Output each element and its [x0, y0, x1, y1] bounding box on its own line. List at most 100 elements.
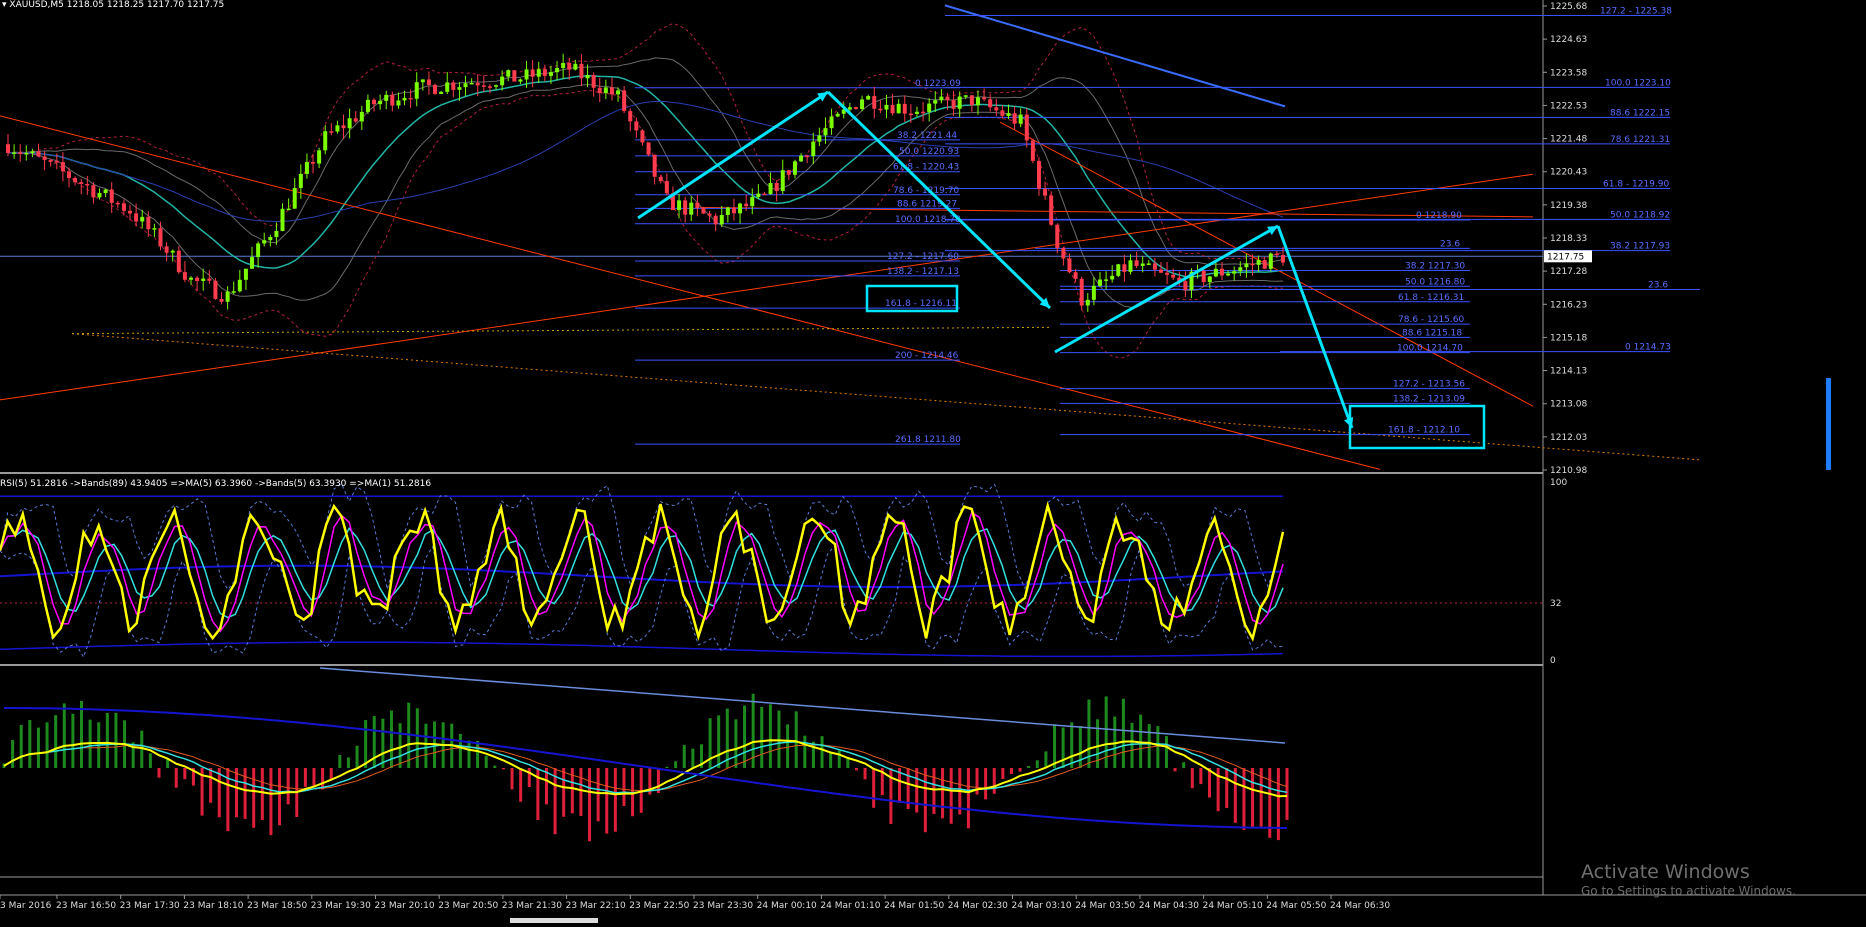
- active-chart-tab[interactable]: [510, 918, 598, 923]
- histogram-bar: [1087, 699, 1091, 768]
- collapse-triangle-icon[interactable]: ▾: [2, 0, 7, 10]
- fib-label: 50.0 1220.93: [899, 147, 959, 157]
- histogram-bar: [1078, 725, 1082, 768]
- rsi-tick-label: 32: [1550, 599, 1561, 609]
- price-candle: [1091, 277, 1096, 306]
- fib-level: 61.8 - 1219.90: [945, 179, 1670, 189]
- price-candle: [1110, 265, 1115, 283]
- histogram-bar: [321, 768, 325, 790]
- rsi-tick-label: 0: [1550, 656, 1556, 666]
- fib-label: 138.2 - 1217.13: [887, 267, 959, 277]
- histogram-bar: [415, 708, 419, 768]
- price-candle: [451, 80, 456, 98]
- histogram-bar: [1053, 724, 1057, 768]
- time-axis-tick: 23 Mar 20:50: [438, 895, 499, 911]
- price-candle: [969, 95, 974, 112]
- histogram-bar: [278, 768, 282, 826]
- time-axis-tick: 23 Mar 19:30: [311, 895, 371, 911]
- time-axis-tick: 23 Mar 23:30: [693, 895, 753, 911]
- price-candle: [1073, 269, 1078, 283]
- price-candle: [1061, 247, 1066, 266]
- price-candle: [292, 178, 297, 210]
- time-axis-tick: 23 Mar 22:10: [566, 895, 626, 911]
- price-tick-label: 1210.98: [1550, 466, 1587, 476]
- price-axis-tick: 1215.18: [1543, 333, 1587, 343]
- histogram-bar: [398, 723, 402, 768]
- histogram-bar: [777, 710, 781, 768]
- price-candle: [658, 174, 663, 184]
- histogram-bar: [467, 740, 471, 768]
- price-candle: [256, 241, 261, 268]
- price-candle: [317, 147, 322, 169]
- chart-title: ▾ XAUUSD,M5 1218.05 1218.25 1217.70 1217…: [2, 0, 224, 10]
- histogram-bar: [1164, 736, 1168, 768]
- price-candle: [853, 106, 858, 110]
- fib-level: 161.8 - 1212.10: [1060, 426, 1470, 436]
- fib-level: 100.0 1223.10: [945, 78, 1671, 88]
- histogram-bar: [1147, 724, 1151, 768]
- fib-label: 127.2 - 1217.60: [887, 252, 959, 262]
- histogram-bar: [510, 768, 514, 790]
- price-candle: [609, 77, 614, 101]
- histogram-bar: [148, 753, 152, 768]
- time-axis-tick: 24 Mar 03:50: [1075, 895, 1136, 911]
- histogram-bar: [79, 700, 83, 768]
- price-candle: [597, 77, 602, 102]
- price-candle: [1268, 252, 1273, 272]
- histogram-bar: [252, 768, 256, 828]
- price-candle: [994, 98, 999, 117]
- histogram-bar: [837, 750, 841, 768]
- histogram-bar: [820, 736, 824, 768]
- price-candle: [250, 246, 255, 269]
- histogram-bar: [140, 730, 144, 768]
- price-tick-label: 1215.18: [1550, 333, 1587, 343]
- histogram-bar: [260, 768, 264, 820]
- histogram-bar: [941, 768, 945, 819]
- histogram-bar: [734, 719, 738, 768]
- symbol-label: XAUUSD,M5: [9, 0, 64, 10]
- time-tick-label: 23 Mar 17:30: [120, 901, 180, 911]
- price-tick-label: 1223.58: [1550, 68, 1587, 78]
- price-tick-label: 1225.68: [1550, 2, 1587, 12]
- time-axis-tick: 23 Mar 17:30: [120, 895, 180, 911]
- histogram-bar: [768, 704, 772, 768]
- time-tick-label: 23 Mar 18:50: [247, 901, 307, 911]
- histogram-bar: [286, 768, 290, 805]
- fib-level: 50.0 1220.93: [635, 147, 960, 157]
- histogram-bar: [312, 768, 316, 787]
- price-candle: [506, 69, 511, 82]
- trading-chart[interactable]: 127.2 - 1225.38 0 1223.09 100.0 1223.10 88.…: [0, 0, 1866, 923]
- price-candle: [860, 95, 865, 112]
- price-axis-tick: 1218.33: [1543, 234, 1587, 244]
- price-candle: [811, 132, 816, 165]
- price-tick-label: 1219.38: [1550, 201, 1587, 211]
- chart-canvas[interactable]: 127.2 - 1225.38 0 1223.09 100.0 1223.10 88.…: [0, 0, 1866, 923]
- time-axis-tick: 24 Mar 06:30: [1330, 895, 1390, 911]
- histogram-bar: [932, 768, 936, 814]
- time-axis-tick: 23 Mar 22:50: [629, 895, 690, 911]
- price-candle: [30, 148, 35, 158]
- price-candle: [634, 117, 639, 138]
- price-candle: [780, 159, 785, 195]
- time-axis-tick: 24 Mar 05:50: [1266, 895, 1327, 911]
- price-candle: [695, 194, 700, 217]
- price-candle: [268, 234, 273, 247]
- fib-label: 200 - 1214.46: [895, 351, 959, 361]
- price-candle: [512, 70, 517, 82]
- price-candle: [176, 246, 181, 274]
- price-candle: [933, 91, 938, 113]
- time-axis-tick: 23 Mar 20:10: [375, 895, 435, 911]
- price-axis-tick: 1210.98: [1543, 466, 1587, 476]
- price-candle: [213, 278, 218, 300]
- price-candle: [670, 186, 675, 211]
- price-candle: [914, 106, 919, 118]
- time-tick-label: 23 Mar 20:10: [375, 901, 435, 911]
- histogram-bar: [364, 720, 368, 768]
- time-tick-label: 23 Mar 22:50: [629, 901, 689, 911]
- price-candle: [433, 83, 438, 95]
- price-candle: [1274, 251, 1279, 259]
- price-candle: [585, 64, 590, 88]
- fib-label: 161.8 - 1212.10: [1388, 426, 1460, 436]
- price-candle: [219, 292, 224, 305]
- histogram-bar: [527, 768, 531, 787]
